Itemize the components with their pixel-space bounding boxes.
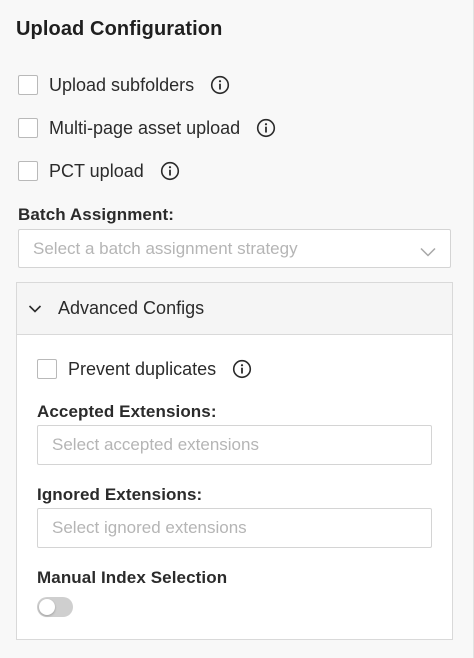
accepted-extensions-placeholder: Select accepted extensions [52,435,259,454]
accepted-extensions-label: Accepted Extensions: [37,402,217,421]
toggle-knob [39,599,55,615]
advanced-configs-toggle[interactable]: Advanced Configs [17,283,452,335]
upload-subfolders-checkbox[interactable] [18,75,38,95]
batch-assignment-select[interactable]: Select a batch assignment strategy [18,229,451,268]
pct-upload-option: PCT upload [18,159,180,183]
info-icon[interactable] [256,118,276,138]
pct-upload-checkbox[interactable] [18,161,38,181]
manual-index-selection-toggle[interactable] [37,597,73,617]
batch-assignment-placeholder: Select a batch assignment strategy [33,238,298,258]
prevent-duplicates-checkbox[interactable] [37,359,57,379]
multi-page-asset-upload-label: Multi-page asset upload [49,117,241,138]
chevron-down-icon [28,302,42,316]
multi-page-asset-upload-option: Multi-page asset upload [18,116,276,140]
manual-index-selection-label: Manual Index Selection [37,568,228,587]
info-icon[interactable] [160,161,180,181]
batch-assignment-label: Batch Assignment: [18,205,174,224]
accepted-extensions-select[interactable]: Select accepted extensions [37,425,432,465]
prevent-duplicates-label: Prevent duplicates [68,358,217,379]
page-title: Upload Configuration [16,18,223,40]
ignored-extensions-label: Ignored Extensions: [37,485,203,504]
info-icon[interactable] [210,75,230,95]
pct-upload-label: PCT upload [49,160,144,181]
ignored-extensions-placeholder: Select ignored extensions [52,518,247,537]
ignored-extensions-select[interactable]: Select ignored extensions [37,508,432,548]
chevron-down-icon [420,244,436,257]
multi-page-asset-upload-checkbox[interactable] [18,118,38,138]
prevent-duplicates-option: Prevent duplicates [37,357,252,381]
advanced-configs-title: Advanced Configs [58,298,205,318]
info-icon[interactable] [232,359,252,379]
upload-subfolders-option: Upload subfolders [18,73,230,97]
upload-configuration-panel: Upload Configuration Upload subfolders M… [0,0,474,658]
upload-subfolders-label: Upload subfolders [49,74,195,95]
advanced-configs-section: Advanced Configs Prevent duplicates Acce… [16,282,453,640]
